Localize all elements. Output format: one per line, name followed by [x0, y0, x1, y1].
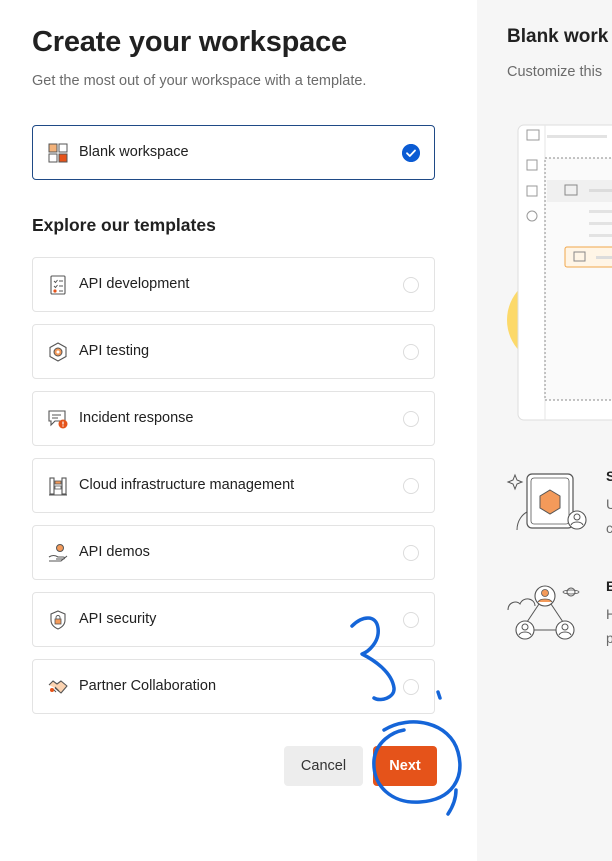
template-label: Incident response [79, 410, 194, 426]
server-icon [49, 477, 67, 496]
template-radio[interactable] [403, 478, 419, 494]
template-radio[interactable] [403, 679, 419, 695]
cancel-button[interactable]: Cancel [284, 746, 363, 786]
feature-illustration-1 [506, 473, 587, 531]
template-preview-panel: Blank work Customize this S U c E H p [477, 0, 612, 861]
next-button[interactable]: Next [373, 746, 437, 786]
preview-title: Blank work [507, 26, 609, 47]
feature-2-heading: E [606, 578, 612, 594]
template-option-api-demos[interactable]: API demos [32, 525, 435, 580]
gear-hexagon-icon [49, 342, 67, 362]
blank-workspace-option[interactable]: Blank workspace [32, 125, 435, 180]
feature-1-heading: S [606, 468, 612, 484]
feature-1-text: U [606, 496, 612, 512]
template-option-api-development[interactable]: API development [32, 257, 435, 312]
workspace-preview-illustration [507, 124, 612, 421]
checklist-icon [50, 275, 66, 295]
feature-1-text-2: c [606, 520, 612, 536]
chat-alert-icon [48, 410, 68, 429]
page-title: Create your workspace [32, 26, 347, 58]
feature-illustration-2 [507, 585, 580, 640]
template-option-api-testing[interactable]: API testing [32, 324, 435, 379]
page-subtitle: Get the most out of your workspace with … [32, 73, 367, 89]
checkmark-icon [402, 144, 420, 162]
feature-2-text: H [606, 606, 612, 622]
template-option-partner-collaboration[interactable]: Partner Collaboration [32, 659, 435, 714]
template-radio[interactable] [403, 411, 419, 427]
template-radio[interactable] [403, 277, 419, 293]
template-option-api-security[interactable]: API security [32, 592, 435, 647]
grid-icon [48, 143, 68, 163]
template-radio[interactable] [403, 612, 419, 628]
template-option-cloud-infrastructure[interactable]: Cloud infrastructure management [32, 458, 435, 513]
template-label: Cloud infrastructure management [79, 477, 295, 493]
template-radio[interactable] [403, 545, 419, 561]
workspace-form-panel: Create your workspace Get the most out o… [0, 0, 477, 861]
preview-subtitle: Customize this [507, 64, 603, 80]
feature-2-text-2: p [606, 630, 612, 646]
template-radio[interactable] [403, 344, 419, 360]
shield-lock-icon [50, 610, 66, 630]
template-label: API development [79, 276, 190, 292]
template-label: API security [79, 611, 157, 627]
blank-workspace-label: Blank workspace [79, 144, 189, 160]
handshake-icon [48, 680, 68, 694]
templates-heading: Explore our templates [32, 215, 216, 235]
hand-presenting-icon [48, 544, 68, 562]
template-option-incident-response[interactable]: Incident response [32, 391, 435, 446]
template-label: API demos [79, 544, 150, 560]
template-label: API testing [79, 343, 150, 359]
template-label: Partner Collaboration [79, 678, 217, 694]
